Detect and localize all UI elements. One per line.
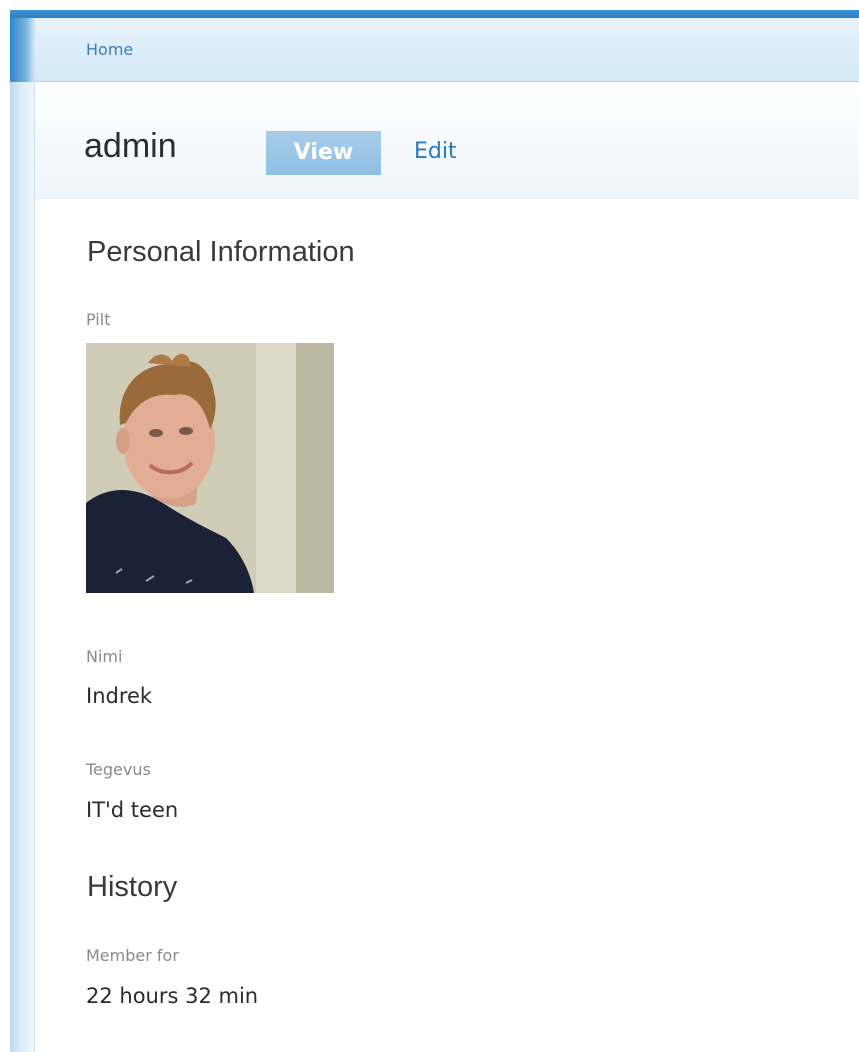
left-gutter-header bbox=[10, 18, 34, 82]
occupation-value: IT'd teen bbox=[86, 798, 179, 822]
personal-information-heading: Personal Information bbox=[87, 236, 355, 268]
profile-picture bbox=[86, 343, 334, 593]
left-gutter bbox=[10, 18, 34, 1052]
tab-edit[interactable]: Edit bbox=[414, 139, 457, 164]
name-value: Indrek bbox=[86, 684, 153, 708]
picture-label: Pilt bbox=[86, 310, 111, 329]
history-heading: History bbox=[87, 871, 178, 903]
left-margin bbox=[0, 0, 10, 1052]
content-panel: Home admin View Edit Personal Informatio… bbox=[34, 18, 859, 1052]
page-header: admin View Edit bbox=[35, 83, 859, 199]
member-for-label: Member for bbox=[86, 946, 179, 965]
name-label: Nimi bbox=[86, 647, 123, 666]
occupation-label: Tegevus bbox=[86, 760, 151, 779]
member-for-value: 22 hours 32 min bbox=[86, 984, 259, 1008]
breadcrumb-home-link[interactable]: Home bbox=[86, 40, 133, 59]
breadcrumb: Home bbox=[35, 18, 859, 82]
tab-view[interactable]: View bbox=[266, 131, 381, 175]
top-margin bbox=[0, 0, 859, 10]
page-title: admin bbox=[84, 127, 177, 165]
top-accent-bar bbox=[10, 10, 859, 18]
